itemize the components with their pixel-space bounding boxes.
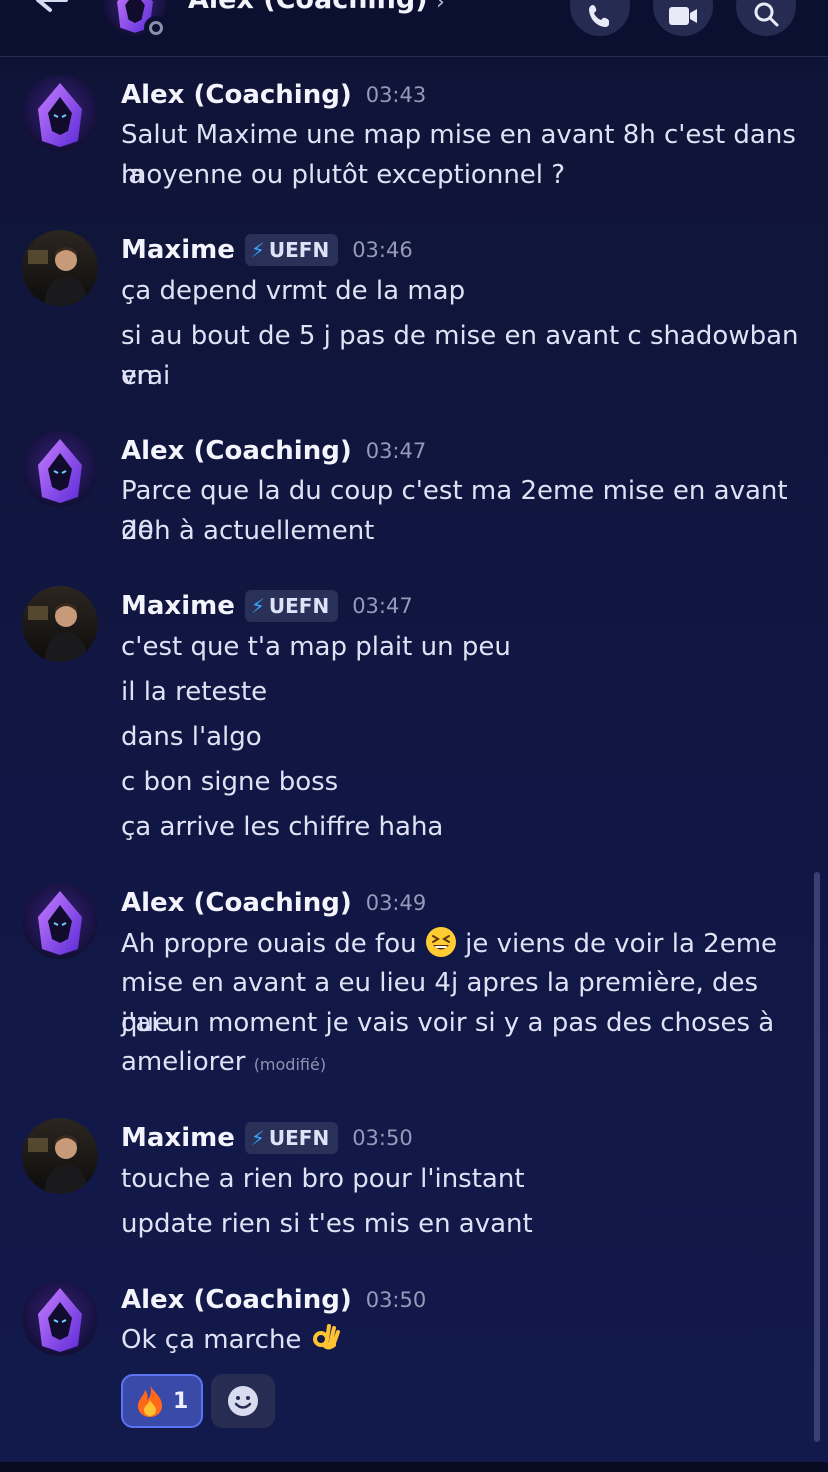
- message-text: Ok ça marche: [121, 1321, 811, 1361]
- lightning-icon: ⚡: [250, 594, 265, 618]
- add-reaction-icon: [228, 1386, 258, 1416]
- avatar[interactable]: [22, 1280, 98, 1356]
- edited-label: (modifié): [253, 1055, 327, 1074]
- video-call-button[interactable]: [653, 0, 713, 36]
- role-tag[interactable]: ⚡ UEFN: [244, 590, 339, 622]
- chat-header: Alex (Coaching) ›: [0, 0, 828, 57]
- timestamp: 03:50: [365, 1288, 427, 1312]
- message-text: ça arrive les chiffre haha: [121, 812, 444, 842]
- timestamp: 03:49: [365, 891, 427, 915]
- fire-emoji-icon: [138, 1385, 162, 1417]
- message-text-part: ameliorer: [121, 1047, 246, 1077]
- role-tag-label: UEFN: [268, 238, 330, 262]
- author-name[interactable]: Alex (Coaching): [121, 1285, 352, 1315]
- message-header: Maxime ⚡ UEFN 03:47: [121, 586, 413, 626]
- message-header: Alex (Coaching) 03:49: [121, 883, 426, 923]
- role-tag-label: UEFN: [268, 1126, 330, 1150]
- author-name[interactable]: Alex (Coaching): [121, 888, 352, 918]
- scrollbar[interactable]: [814, 872, 820, 1442]
- author-name[interactable]: Maxime: [121, 1123, 235, 1153]
- search-icon: [754, 2, 779, 27]
- lightning-icon: ⚡: [250, 238, 265, 262]
- bottom-edge: [0, 1462, 828, 1472]
- message-text: vrai: [121, 361, 171, 391]
- author-name[interactable]: Maxime: [121, 591, 235, 621]
- avatar[interactable]: [22, 230, 98, 306]
- avatar[interactable]: [22, 431, 98, 507]
- reactions-bar: 1: [121, 1374, 275, 1428]
- author-name[interactable]: Alex (Coaching): [121, 80, 352, 110]
- message-text: ameliorer (modifié): [121, 1043, 811, 1085]
- grinning-squinting-emoji-icon: [425, 927, 456, 957]
- message-header: Maxime ⚡ UEFN 03:50: [121, 1118, 413, 1158]
- message-text: Ah propre ouais de fou je viens de voir …: [121, 925, 811, 965]
- message-text: j'ai un moment je vais voir si y a pas d…: [121, 1008, 775, 1038]
- message-text: c bon signe boss: [121, 767, 339, 797]
- lightning-icon: ⚡: [250, 1126, 265, 1150]
- message-text: il la reteste: [121, 677, 268, 707]
- arrow-left-icon[interactable]: [30, 0, 74, 32]
- avatar[interactable]: [22, 1118, 98, 1194]
- message-text-part: je viens de voir la 2eme: [465, 929, 778, 959]
- role-tag[interactable]: ⚡ UEFN: [244, 234, 339, 266]
- offline-status-icon: [144, 16, 168, 40]
- timestamp: 03:43: [365, 83, 427, 107]
- message-header: Maxime ⚡ UEFN 03:46: [121, 230, 413, 270]
- message-text: dans l'algo: [121, 722, 262, 752]
- message-text: moyenne ou plutôt exceptionnel ?: [121, 160, 566, 190]
- message-text: 20h à actuellement: [121, 516, 375, 546]
- ok-hand-emoji-icon: [312, 1324, 340, 1350]
- message-text: c'est que t'a map plait un peu: [121, 632, 511, 662]
- phone-icon: [589, 5, 609, 27]
- chevron-right-icon[interactable]: ›: [436, 0, 445, 15]
- avatar[interactable]: [22, 883, 98, 959]
- message-text: ça depend vrmt de la map: [121, 276, 466, 306]
- search-button[interactable]: [736, 0, 796, 36]
- message-header: Alex (Coaching) 03:43: [121, 75, 426, 115]
- message-text-part: Ok ça marche: [121, 1325, 302, 1355]
- message-header: Alex (Coaching) 03:50: [121, 1280, 426, 1320]
- author-name[interactable]: Alex (Coaching): [121, 436, 352, 466]
- message-text: touche a rien bro pour l'instant: [121, 1164, 525, 1194]
- avatar[interactable]: [22, 75, 98, 151]
- video-camera-icon: [669, 7, 697, 25]
- role-tag-label: UEFN: [268, 594, 330, 618]
- message-header: Alex (Coaching) 03:47: [121, 431, 426, 471]
- timestamp: 03:50: [352, 1126, 413, 1150]
- message-text-part: Ah propre ouais de fou: [121, 929, 417, 959]
- timestamp: 03:47: [365, 439, 427, 463]
- message-text: update rien si t'es mis en avant: [121, 1209, 533, 1239]
- avatar[interactable]: [22, 586, 98, 662]
- channel-title[interactable]: Alex (Coaching): [188, 0, 428, 15]
- timestamp: 03:47: [352, 594, 413, 618]
- reaction-count: 1: [173, 1388, 189, 1414]
- add-reaction-button[interactable]: [211, 1374, 275, 1428]
- timestamp: 03:46: [352, 238, 413, 262]
- role-tag[interactable]: ⚡ UEFN: [244, 1122, 339, 1154]
- call-button[interactable]: [570, 0, 630, 36]
- reaction-fire[interactable]: 1: [121, 1374, 203, 1428]
- author-name[interactable]: Maxime: [121, 235, 235, 265]
